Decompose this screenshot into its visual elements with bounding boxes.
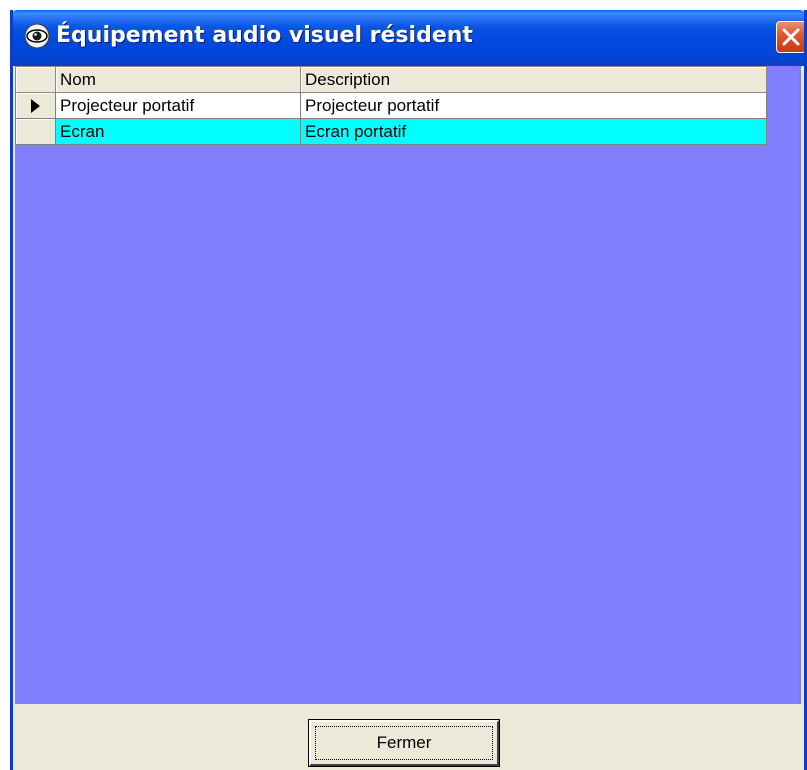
row-pointer-icon (31, 99, 40, 114)
close-button[interactable] (776, 21, 804, 53)
data-grid[interactable]: Nom Description Projecteur portatif Proj… (15, 66, 801, 704)
dialog-window: Équipement audio visuel résident Nom Des… (10, 10, 807, 770)
cell-nom[interactable]: Ecran (55, 118, 301, 145)
table-header-row: Nom Description (15, 66, 767, 93)
header-corner-cell[interactable] (15, 66, 56, 93)
column-header-description[interactable]: Description (300, 66, 767, 93)
row-selector[interactable] (15, 118, 56, 145)
cell-description[interactable]: Projecteur portatif (300, 92, 767, 119)
cell-description[interactable]: Ecran portatif (300, 118, 767, 145)
title-bar[interactable]: Équipement audio visuel résident (13, 10, 804, 66)
fermer-button-label: Fermer (315, 726, 493, 760)
cell-nom[interactable]: Projecteur portatif (55, 92, 301, 119)
data-table: Nom Description Projecteur portatif Proj… (15, 66, 767, 145)
table-row[interactable]: Projecteur portatif Projecteur portatif (15, 92, 767, 119)
column-header-nom[interactable]: Nom (55, 66, 301, 93)
dialog-footer: Fermer (13, 704, 804, 770)
fermer-button[interactable]: Fermer (308, 719, 500, 767)
row-selector[interactable] (15, 92, 56, 119)
eye-icon (24, 23, 50, 49)
window-title: Équipement audio visuel résident (56, 23, 473, 48)
table-row[interactable]: Ecran Ecran portatif (15, 118, 767, 145)
close-icon (782, 28, 800, 46)
